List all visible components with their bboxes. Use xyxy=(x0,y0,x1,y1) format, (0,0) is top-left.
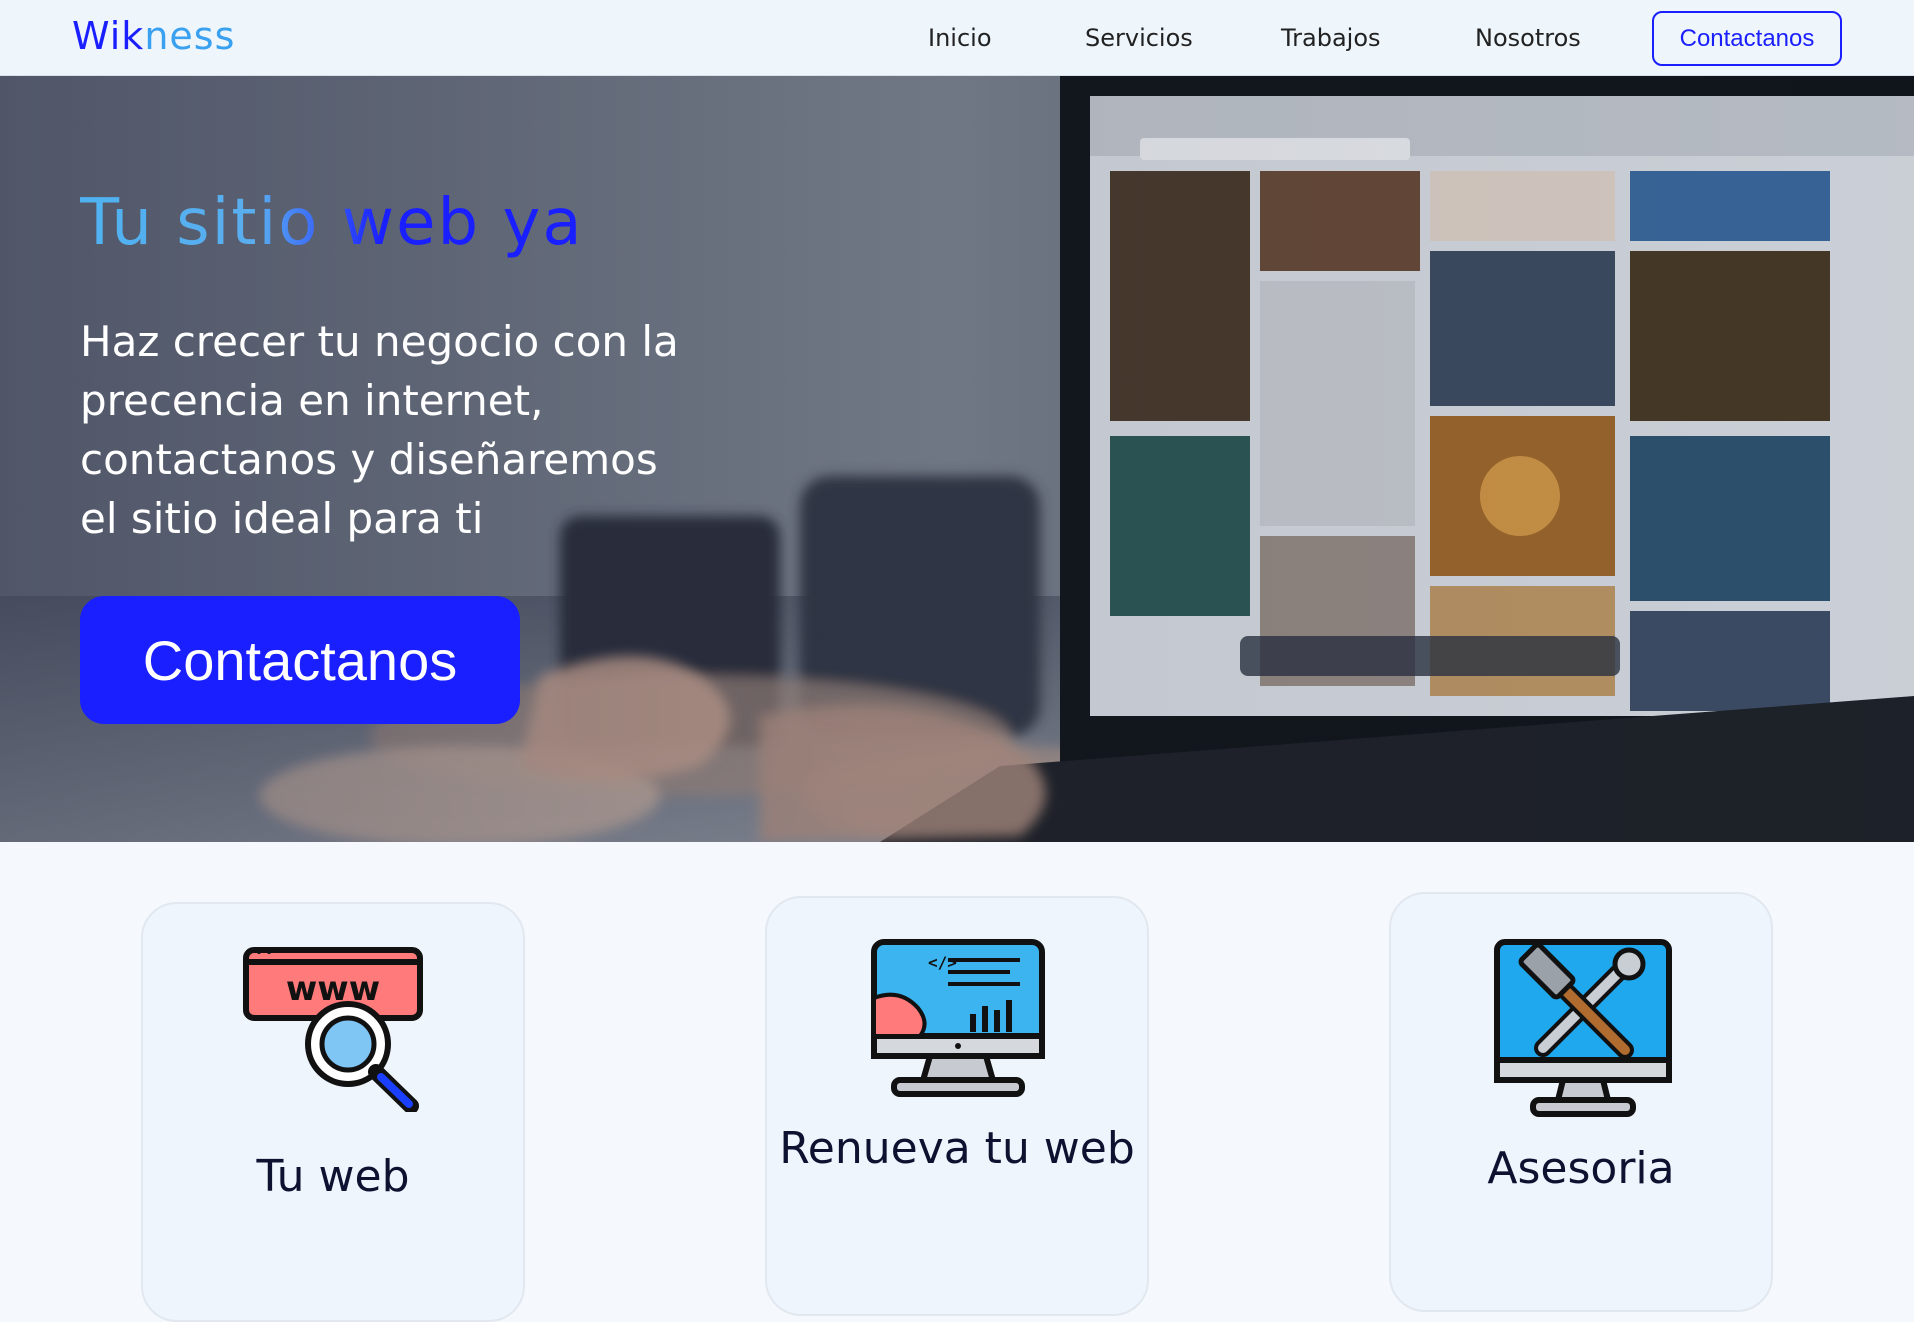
hero-description: Haz crecer tu negocio con la precencia e… xyxy=(80,317,679,543)
nav-item-inicio[interactable]: Inicio xyxy=(928,24,992,52)
service-title: Asesoria xyxy=(1487,1143,1675,1194)
brand-logo[interactable]: Wikness xyxy=(72,14,235,58)
www-search-icon: www xyxy=(243,947,423,1112)
monitor-tools-icon xyxy=(1494,939,1672,1117)
service-card-asesoria[interactable]: Asesoria xyxy=(1389,892,1773,1312)
navbar: Wikness Inicio Servicios Trabajos Nosotr… xyxy=(0,0,1914,76)
nav-item-nosotros[interactable]: Nosotros xyxy=(1475,24,1581,52)
monitor-code-icon: </> xyxy=(871,939,1045,1097)
logo-text-secondary: ness xyxy=(144,14,236,58)
nav-item-trabajos[interactable]: Trabajos xyxy=(1281,24,1381,52)
svg-text:www: www xyxy=(286,969,380,1009)
hero-section: Tu sitio web ya Haz crecer tu negocio co… xyxy=(0,76,1914,842)
svg-text:</>: </> xyxy=(928,953,957,972)
hero-title: Tu sitio web ya xyxy=(80,186,584,260)
nav-item-servicios[interactable]: Servicios xyxy=(1085,24,1193,52)
logo-text-primary: Wik xyxy=(72,14,145,58)
service-title: Renueva tu web xyxy=(779,1123,1135,1174)
service-card-renueva[interactable]: </> Renueva tu web xyxy=(765,896,1149,1316)
service-title: Tu web xyxy=(256,1151,410,1202)
services-section: www Tu web </> Renueva tu web Asesoria xyxy=(0,842,1914,1322)
nav-contact-button[interactable]: Contactanos xyxy=(1652,11,1842,66)
service-card-tu-web[interactable]: www Tu web xyxy=(141,902,525,1322)
hero-contact-button[interactable]: Contactanos xyxy=(80,596,520,724)
